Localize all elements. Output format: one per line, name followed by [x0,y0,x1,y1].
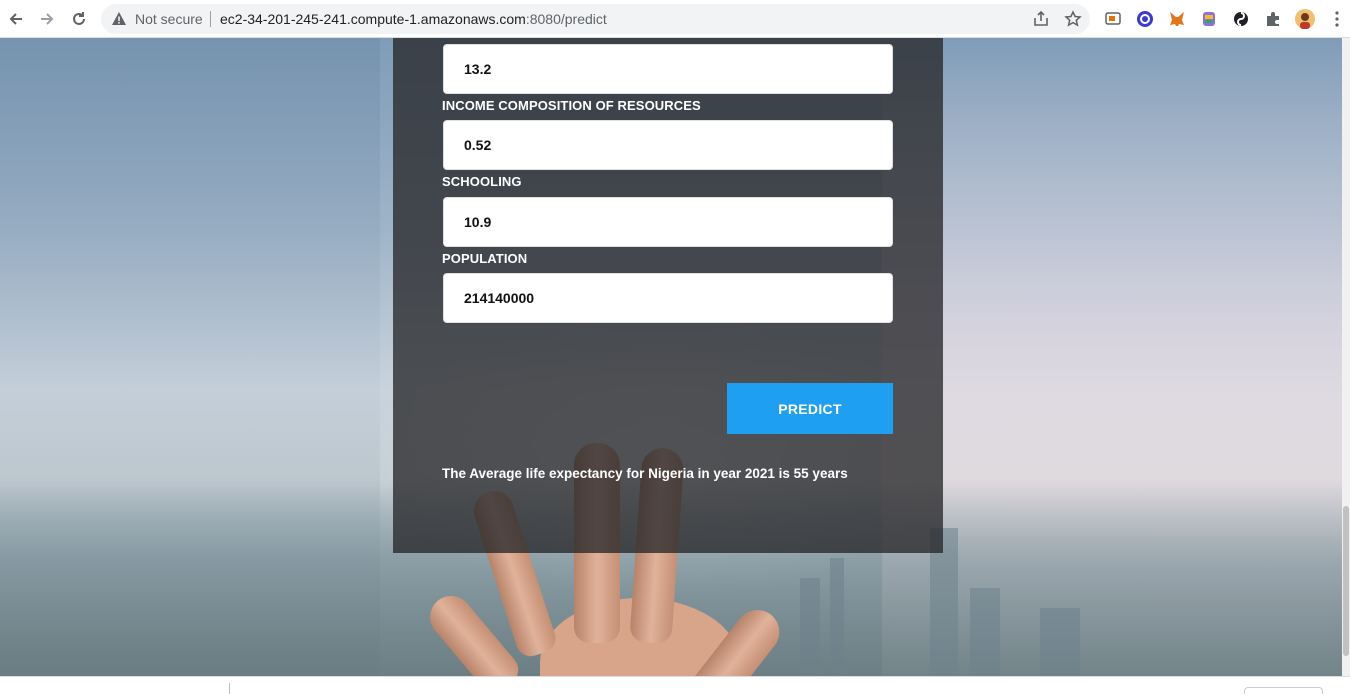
forward-arrow-icon[interactable] [35,7,59,31]
prediction-result-text: The Average life expectancy for Nigeria … [442,466,848,481]
previous-field-value: 13.2 [464,61,492,77]
warning-triangle-icon[interactable] [111,11,127,32]
puzzle-extensions-icon[interactable] [1263,9,1283,29]
reload-icon[interactable] [67,7,91,31]
background-tower [800,578,820,676]
bottom-bar [0,676,1350,694]
back-arrow-icon[interactable] [4,7,28,31]
schooling-value: 10.9 [464,214,492,230]
income-composition-value: 0.52 [464,137,492,153]
swirl-extension-icon[interactable] [1231,9,1251,29]
income-composition-input[interactable]: 0.52 [443,120,893,170]
more-menu-icon[interactable] [1327,9,1347,29]
population-label: POPULATION [442,251,528,266]
plug-extension-icon[interactable] [1199,9,1219,29]
omnibox-divider [210,11,211,27]
schooling-input[interactable]: 10.9 [443,197,893,247]
schooling-label: SCHOOLING [442,174,522,189]
bottom-bar-divider [229,683,230,694]
bottom-bar-button[interactable] [1244,687,1323,694]
page-viewport: 13.2 INCOME COMPOSITION OF RESOURCES 0.5… [0,38,1342,676]
background-tower [1040,608,1080,676]
bookmark-star-icon[interactable] [1064,10,1082,28]
address-bar[interactable]: Not secure ec2-34-201-245-241.compute-1.… [101,4,1090,34]
population-input[interactable]: 214140000 [443,273,893,323]
scrollbar-thumb[interactable] [1343,506,1349,656]
population-value: 214140000 [464,290,535,306]
url-text[interactable]: ec2-34-201-245-241.compute-1.amazonaws.c… [220,11,607,27]
income-composition-label: INCOME COMPOSITION OF RESOURCES [442,98,701,113]
background-tower [970,588,1000,676]
cast-extension-icon[interactable] [1103,9,1123,29]
url-host: ec2-34-201-245-241.compute-1.amazonaws.c… [220,11,526,27]
extension-circle-icon[interactable] [1135,9,1155,29]
metamask-fox-icon[interactable] [1167,9,1187,29]
security-status[interactable]: Not secure [135,11,203,27]
previous-field-input[interactable]: 13.2 [443,44,893,94]
browser-toolbar: Not secure ec2-34-201-245-241.compute-1.… [0,0,1350,38]
prediction-form-panel: 13.2 INCOME COMPOSITION OF RESOURCES 0.5… [393,38,943,553]
background-tower [830,558,844,676]
share-icon[interactable] [1032,10,1050,28]
profile-avatar-icon[interactable] [1295,9,1315,29]
predict-button[interactable]: PREDICT [727,383,893,434]
url-path: :8080/predict [525,11,607,27]
